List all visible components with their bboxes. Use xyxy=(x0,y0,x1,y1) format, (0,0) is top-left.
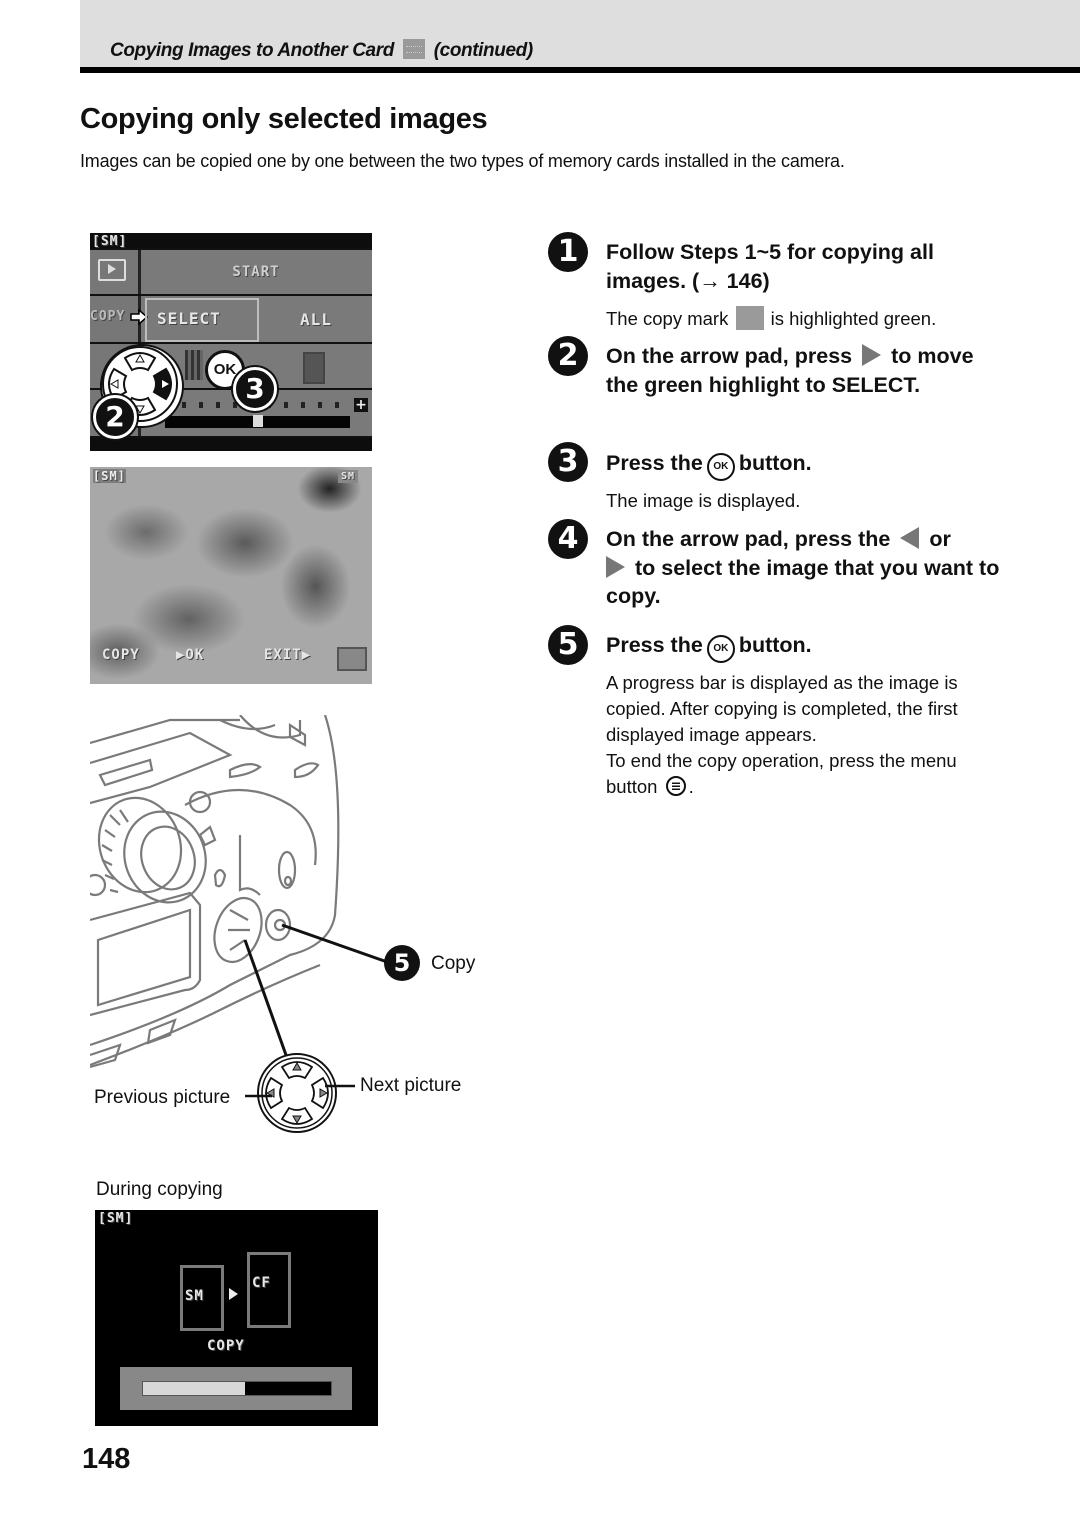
brightness-knob[interactable] xyxy=(252,415,263,427)
step-3-title: Press the OK button. xyxy=(606,449,1006,481)
dest-card-icon: CF xyxy=(247,1252,291,1328)
transfer-arrow-icon xyxy=(229,1288,238,1300)
copy-mark-icon xyxy=(735,306,764,330)
step-1-note: The copy mark is highlighted green. xyxy=(606,306,937,330)
left-arrow-icon xyxy=(900,527,920,549)
plus-icon: + xyxy=(354,397,368,413)
card-type-icon: SM xyxy=(337,470,358,483)
source-card-label: SM xyxy=(185,1288,204,1304)
right-arrow-icon xyxy=(862,344,882,366)
ok-button-icon: OK xyxy=(706,453,735,481)
menu-row-start: START xyxy=(90,248,372,296)
camera-back-illustration xyxy=(90,715,390,1069)
callout-5: 5 xyxy=(384,945,420,981)
step-2-title: On the arrow pad, press to move the gree… xyxy=(606,344,974,397)
lcd-photo-screen: [SM] SM COPY ▶OK EXIT▶ xyxy=(90,467,372,684)
page-number: 148 xyxy=(82,1443,131,1475)
copy-button-label: Copy xyxy=(431,953,476,974)
step-4-title: On the arrow pad, press the or to select… xyxy=(606,527,1000,608)
step-2-number: 2 xyxy=(548,336,588,376)
intro-paragraph: Images can be copied one by one between … xyxy=(80,151,845,171)
copy-hint: COPY xyxy=(102,647,140,663)
continued-label: (continued) xyxy=(433,40,533,61)
dest-card-label: CF xyxy=(252,1275,271,1291)
step-3-number: 3 xyxy=(548,442,588,482)
right-arrow-icon xyxy=(606,555,625,578)
source-card-icon: SM xyxy=(180,1265,224,1331)
arrow-pad-diagram xyxy=(245,1053,355,1133)
callout-2: 2 xyxy=(93,395,137,439)
progress-fill xyxy=(143,1382,245,1395)
menu-all[interactable]: ALL xyxy=(300,310,332,329)
menu-row-copy: COPY SELECT ALL xyxy=(90,294,372,344)
menu-key-icon xyxy=(337,647,367,671)
step-5-note: A progress bar is displayed as the image… xyxy=(606,672,958,797)
page-title: Copying only selected images xyxy=(80,103,488,135)
progress-bar xyxy=(142,1381,332,1396)
menu-select-highlight[interactable]: SELECT xyxy=(145,298,259,342)
step-1-title: Follow Steps 1~5 for copying all images.… xyxy=(606,240,934,293)
copy-mark-icon xyxy=(402,39,425,59)
menu-button-icon xyxy=(665,776,686,796)
exit-hint: EXIT▶ xyxy=(264,647,312,663)
section-title: Copying Images to Another Card xyxy=(110,40,394,61)
menu-select: SELECT xyxy=(157,309,221,328)
running-header: Copying Images to Another Card (continue… xyxy=(110,39,533,62)
copy-status: COPY xyxy=(207,1338,245,1354)
header-rule xyxy=(80,67,1080,73)
card-label: [SM] xyxy=(92,234,128,249)
during-copying-label: During copying xyxy=(96,1179,223,1200)
step-1-number: 1 xyxy=(548,232,588,272)
step-5-number: 5 xyxy=(548,625,588,665)
menu-start: START xyxy=(232,264,280,280)
previous-picture-label: Previous picture xyxy=(94,1087,231,1108)
ok-hint: ▶OK xyxy=(176,647,205,663)
progress-panel xyxy=(120,1367,352,1410)
callout-3: 3 xyxy=(233,367,277,411)
next-picture-label: Next picture xyxy=(360,1075,462,1096)
step-3-note: The image is displayed. xyxy=(606,490,801,511)
card-stack-icon xyxy=(185,350,203,380)
ok-button-icon: OK xyxy=(706,635,735,663)
card-icon xyxy=(303,352,325,384)
card-label: [SM] xyxy=(93,469,126,483)
card-label: [SM] xyxy=(98,1211,134,1226)
step-5-title: Press the OK button. xyxy=(606,631,1006,663)
step-4-number: 4 xyxy=(548,519,588,559)
lcd-copying-screen: [SM] SM CF COPY xyxy=(95,1210,378,1426)
playback-icon xyxy=(98,259,126,281)
menu-copy-side: COPY xyxy=(90,309,126,324)
